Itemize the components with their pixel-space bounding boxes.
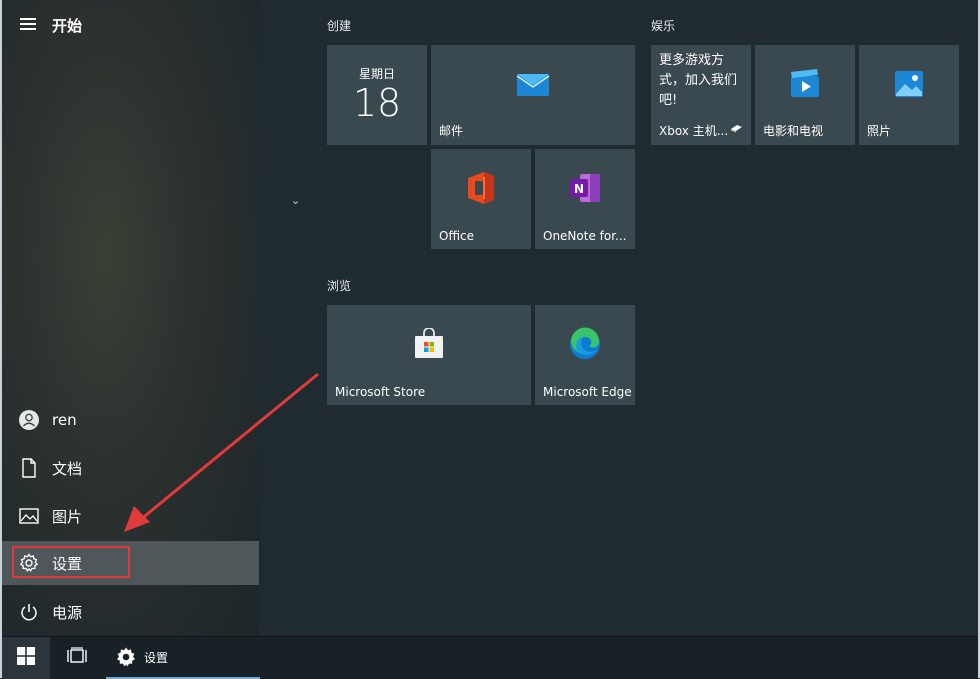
power-icon xyxy=(18,601,40,623)
start-title: 开始 xyxy=(52,17,83,35)
movies-icon xyxy=(788,69,822,103)
edge-icon xyxy=(568,327,602,365)
group-label-create: 创建 xyxy=(327,19,352,33)
office-icon xyxy=(466,171,496,209)
rail-item-label: 图片 xyxy=(52,507,83,526)
tile-label: OneNote for... xyxy=(543,229,627,243)
tile-xbox[interactable]: 更多游戏方式，加入我们吧! Xbox 主机... xyxy=(651,45,751,145)
store-bag-icon xyxy=(413,327,445,364)
image-icon xyxy=(18,505,40,527)
rail-item-label: ren xyxy=(52,411,77,429)
taskbar-app-label: 设置 xyxy=(144,650,169,665)
svg-text:N: N xyxy=(574,182,584,196)
console-icon xyxy=(729,118,743,137)
windows-logo-icon xyxy=(17,647,35,669)
tile-label: Office xyxy=(439,229,475,243)
tile-calendar[interactable]: 星期日 18 xyxy=(327,45,427,145)
tile-label: 电影和电视 xyxy=(763,124,824,138)
mail-icon xyxy=(516,70,550,102)
taskbar-app-settings[interactable]: 设置 xyxy=(106,637,260,679)
collapse-chevron-icon[interactable]: ⌄ xyxy=(291,194,300,207)
start-left-rail: 开始 ren 文档 图片 设置 电源 xyxy=(2,0,259,636)
hamburger-menu-icon[interactable] xyxy=(18,14,38,34)
task-view-icon xyxy=(67,647,87,669)
tile-label: Xbox 主机... xyxy=(659,124,729,138)
start-button[interactable] xyxy=(2,637,50,679)
tile-microsoft-edge[interactable]: Microsoft Edge xyxy=(535,305,635,405)
tile-mail[interactable]: 邮件 xyxy=(431,45,635,145)
tile-label: Microsoft Edge xyxy=(543,385,632,399)
tile-office[interactable]: Office xyxy=(431,149,531,249)
taskbar: 设置 xyxy=(2,636,978,679)
task-view-button[interactable] xyxy=(56,637,98,679)
tile-microsoft-store[interactable]: Microsoft Store xyxy=(327,305,531,405)
document-icon xyxy=(18,457,40,479)
tile-label: Microsoft Store xyxy=(335,385,426,399)
tile-photos[interactable]: 照片 xyxy=(859,45,959,145)
calendar-day: 18 xyxy=(352,81,402,125)
tile-onenote[interactable]: N OneNote for... xyxy=(535,149,635,249)
group-label-entertainment: 娱乐 xyxy=(651,19,676,33)
rail-item-documents[interactable]: 文档 xyxy=(2,446,259,490)
rail-item-label: 文档 xyxy=(52,459,83,478)
calendar-weekday: 星期日 xyxy=(358,67,395,81)
rail-item-label: 电源 xyxy=(52,603,83,622)
rail-item-power[interactable]: 电源 xyxy=(2,590,259,634)
group-label-browse: 浏览 xyxy=(327,279,352,293)
tile-label: 照片 xyxy=(867,124,892,138)
tile-movies[interactable]: 电影和电视 xyxy=(755,45,855,145)
highlight-box xyxy=(12,546,130,578)
tiles-area: 创建 娱乐 浏览 ⌄ 星期日 18 邮件 Office N OneNote fo… xyxy=(259,0,978,636)
onenote-icon: N xyxy=(568,172,602,208)
rail-item-user[interactable]: ren xyxy=(2,398,259,442)
user-icon xyxy=(18,409,40,431)
photos-icon xyxy=(894,70,924,102)
xbox-promo-text: 更多游戏方式，加入我们吧! xyxy=(659,53,738,108)
gear-icon xyxy=(116,647,136,667)
tile-label: 邮件 xyxy=(439,124,464,138)
rail-item-pictures[interactable]: 图片 xyxy=(2,494,259,538)
